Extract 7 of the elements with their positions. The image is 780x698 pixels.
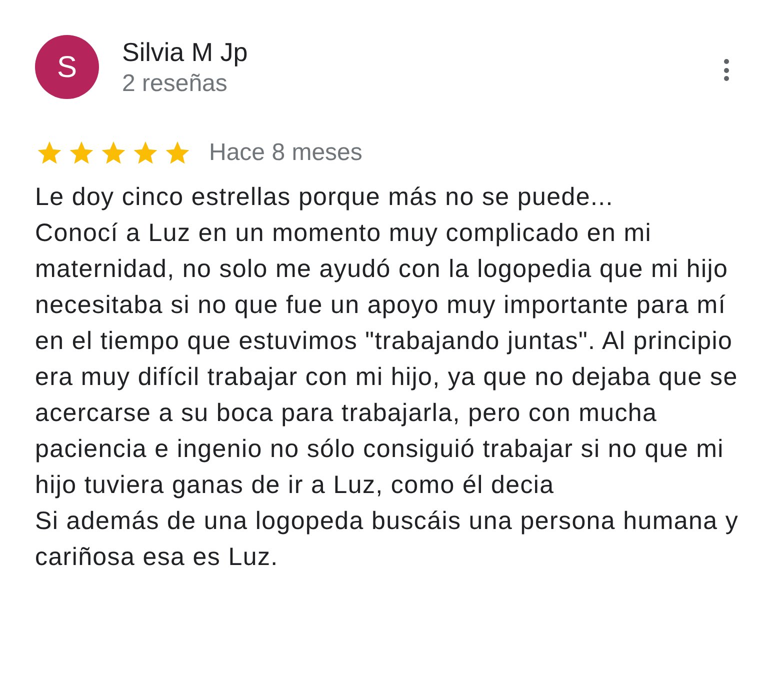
review-text: Conocí a Luz en un momento muy complicado en mi maternidad, no solo me ayudó con la logopedia que mi hijo necesitaba si no que fue un apoyo muy importante para mí en el tiempo que estuvimos "trabajando juntas". Al principio era muy difícil trabajar con mi hijo, ya que no dejaba que se acercarse a su boca para trabajarla, pero con mucha paciencia e ingenio no sólo consiguió trabajar si no que mi hijo tuviera ganas de ir a Luz, como él decia (35, 218, 739, 501)
avatar: S (35, 35, 99, 99)
review-time: Hace 8 meses (209, 138, 362, 168)
author-name[interactable]: Silvia M Jp (122, 36, 248, 68)
review-text: Si además de una logopeda buscáis una persona humana y cariñosa esa es Luz. (35, 506, 740, 573)
review-count: 2 reseñas (122, 69, 228, 99)
review-text: Le doy cinco estrellas porque más no se puede... (35, 182, 614, 213)
